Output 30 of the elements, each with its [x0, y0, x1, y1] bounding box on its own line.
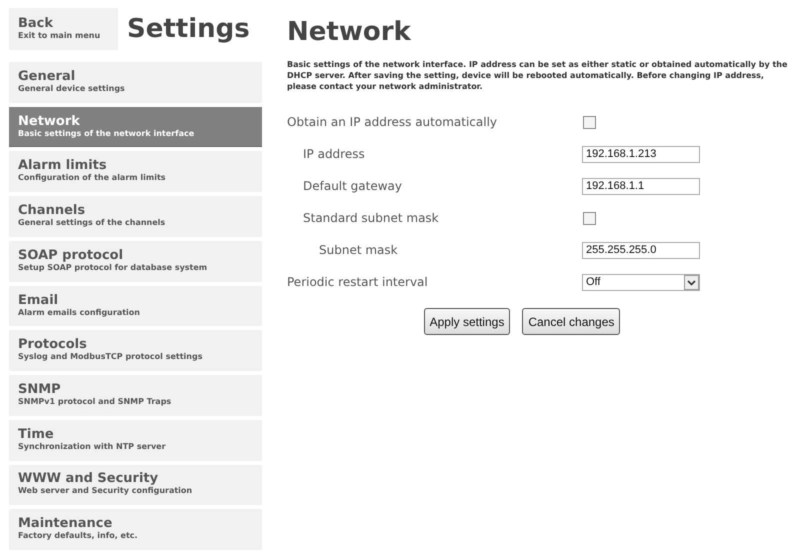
dropdown[interactable]: Off — [582, 274, 700, 290]
checkbox[interactable] — [583, 116, 596, 128]
field-label: Periodic restart interval — [287, 275, 429, 289]
sidebar-item[interactable]: SNMP SNMPv1 protocol and SNMP Traps — [9, 375, 262, 416]
input-field[interactable]: 192.168.1.1 — [582, 178, 700, 194]
sidebar-item[interactable]: Maintenance Factory defaults, info, etc. — [9, 509, 262, 550]
field-label: Default gateway — [303, 179, 403, 193]
page-heading: Settings — [127, 14, 250, 44]
caret-icon — [684, 274, 699, 290]
sidebar-item[interactable]: Email Alarm emails configuration — [9, 286, 262, 326]
checkbox[interactable] — [583, 212, 596, 224]
action-button[interactable]: Cancel changes — [522, 308, 620, 335]
sidebar-item[interactable]: SOAP protocol Setup SOAP protocol for database system — [9, 240, 262, 282]
field-label: Subnet mask — [319, 243, 399, 257]
sidebar-item[interactable]: Network Basic settings of the network interface — [9, 106, 262, 148]
section-heading: Network — [287, 17, 412, 47]
sidebar-item[interactable]: WWW and Security Web server and Security configuration — [9, 464, 262, 506]
sidebar-item[interactable]: Alarm limits Configuration of the alarm limits — [9, 151, 262, 192]
field-label: Standard subnet mask — [303, 211, 440, 225]
sidebar-item[interactable]: Channels General settings of the channels — [9, 196, 262, 237]
action-button[interactable]: Apply settings — [424, 308, 510, 335]
sidebar-item[interactable]: General General device settings — [9, 62, 262, 103]
sidebar-item[interactable]: Protocols Syslog and ModbusTCP protocol settings — [9, 330, 262, 372]
input-field[interactable]: 255.255.255.0 — [582, 242, 700, 258]
description: Basic settings of the network interface. IP address can be set as either static or obtained automatically by the DHCP server. After saving the setting, device will be rebooted automatically. Before changing IP address, please contact your network administrator. — [287, 59, 788, 92]
back-button[interactable]: Back Exit to main menu — [9, 8, 118, 50]
field-label: Obtain an IP address automatically — [287, 115, 498, 129]
input-field[interactable]: 192.168.1.213 — [582, 146, 700, 162]
sidebar-item[interactable]: Time Synchronization with NTP server — [9, 420, 262, 461]
field-label: IP address — [303, 147, 366, 161]
